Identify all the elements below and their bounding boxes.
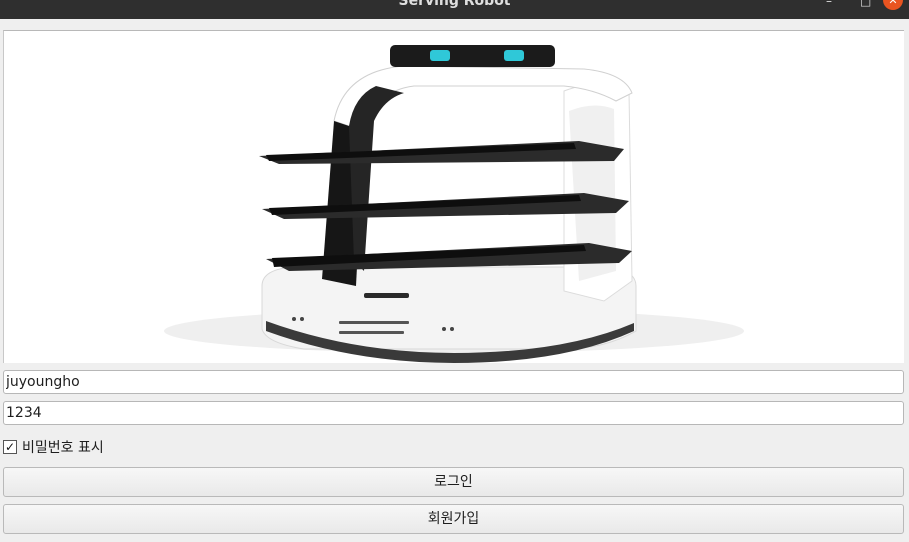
minimize-icon[interactable]: – <box>826 0 832 8</box>
signup-button[interactable]: 회원가입 <box>3 504 904 534</box>
show-password-checkbox[interactable]: ✓ <box>3 440 17 454</box>
robot-image-frame <box>3 30 904 363</box>
maximize-icon[interactable]: □ <box>860 0 871 8</box>
serving-robot-image <box>164 45 744 363</box>
show-password-label[interactable]: 비밀번호 표시 <box>22 437 104 457</box>
login-button[interactable]: 로그인 <box>3 467 904 497</box>
username-input[interactable] <box>3 370 904 394</box>
title-bar[interactable]: Serving Robot – □ ✕ <box>0 0 909 19</box>
show-password-row[interactable]: ✓ 비밀번호 표시 <box>3 437 104 457</box>
window-title: Serving Robot <box>398 0 511 9</box>
password-input[interactable] <box>3 401 904 425</box>
